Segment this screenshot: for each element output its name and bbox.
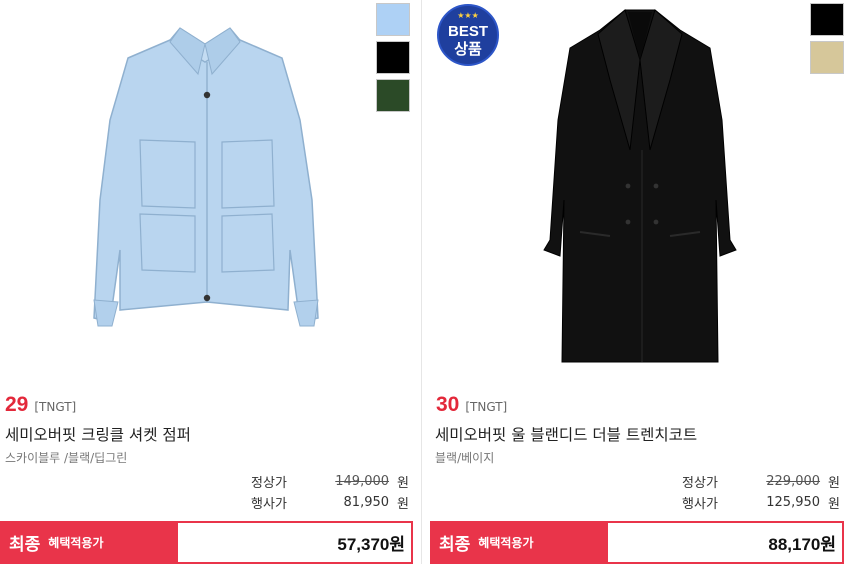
event-price-row: 행사가 81,950 원 [251, 493, 409, 512]
currency-label: 원 [397, 497, 409, 512]
event-price-label: 행사가 [682, 497, 718, 512]
brand-label: [TNGT] [465, 400, 508, 414]
product-colors: 스카이블루 /블랙/딥그린 [5, 451, 128, 465]
rank-line: 29 [TNGT] [5, 393, 76, 417]
regular-price-label: 정상가 [251, 476, 287, 491]
card-divider [421, 0, 422, 564]
product-name[interactable]: 세미오버핏 크링클 셔켓 점퍼 [5, 423, 191, 445]
swatch-black[interactable] [376, 41, 410, 74]
currency-label: 원 [828, 476, 840, 491]
regular-price-value: 229,000 [766, 474, 821, 489]
regular-price-value: 149,000 [335, 474, 390, 489]
brand-label: [TNGT] [34, 400, 77, 414]
product-name[interactable]: 세미오버핏 울 블랜디드 더블 트렌치코트 [435, 423, 697, 445]
rank-number: 30 [436, 393, 460, 416]
event-price-value: 81,950 [343, 495, 390, 510]
rank-number: 29 [5, 393, 29, 416]
badge-line2: 상품 [454, 40, 482, 58]
swatch-deep-green[interactable] [376, 79, 410, 112]
event-price-row: 행사가 125,950 원 [682, 493, 840, 512]
final-price-box[interactable]: 최종 혜택적용가 88,170원 [430, 521, 844, 564]
svg-text:★★★: ★★★ [457, 11, 479, 20]
final-label: 최종 [439, 535, 471, 555]
final-sublabel: 혜택적용가 [48, 536, 104, 550]
final-label: 최종 [9, 535, 41, 555]
regular-price-row: 정상가 149,000 원 [251, 472, 409, 491]
best-badge-icon: ★★★ BEST 상품 [437, 4, 499, 66]
regular-price-label: 정상가 [682, 476, 718, 491]
final-price-value: 57,370원 [337, 535, 405, 554]
final-sublabel: 혜택적용가 [478, 536, 534, 550]
swatch-beige[interactable] [810, 41, 844, 74]
currency-label: 원 [397, 476, 409, 491]
swatch-black[interactable] [810, 3, 844, 36]
regular-price-row: 정상가 229,000 원 [682, 472, 840, 491]
product-card-30[interactable]: ★★★ BEST 상품 30 [TNGT] 세미오버핏 울 블랜디드 더블 트렌… [430, 0, 850, 564]
final-price-tag: 최종 혜택적용가 [2, 523, 178, 562]
badge-line1: BEST [448, 23, 488, 40]
product-image-jacket[interactable] [0, 0, 415, 375]
final-price-box[interactable]: 최종 혜택적용가 57,370원 [0, 521, 413, 564]
currency-label: 원 [828, 497, 840, 512]
final-price-tag: 최종 혜택적용가 [432, 523, 608, 562]
product-colors: 블랙/베이지 [435, 451, 495, 465]
rank-line: 30 [TNGT] [436, 393, 507, 417]
event-price-label: 행사가 [251, 497, 287, 512]
color-swatches [376, 3, 410, 112]
final-price-value: 88,170원 [768, 535, 836, 554]
swatch-sky-blue[interactable] [376, 3, 410, 36]
product-card-29[interactable]: 29 [TNGT] 세미오버핏 크링클 셔켓 점퍼 스카이블루 /블랙/딥그린 … [0, 0, 415, 564]
event-price-value: 125,950 [766, 495, 821, 510]
color-swatches [810, 3, 844, 74]
